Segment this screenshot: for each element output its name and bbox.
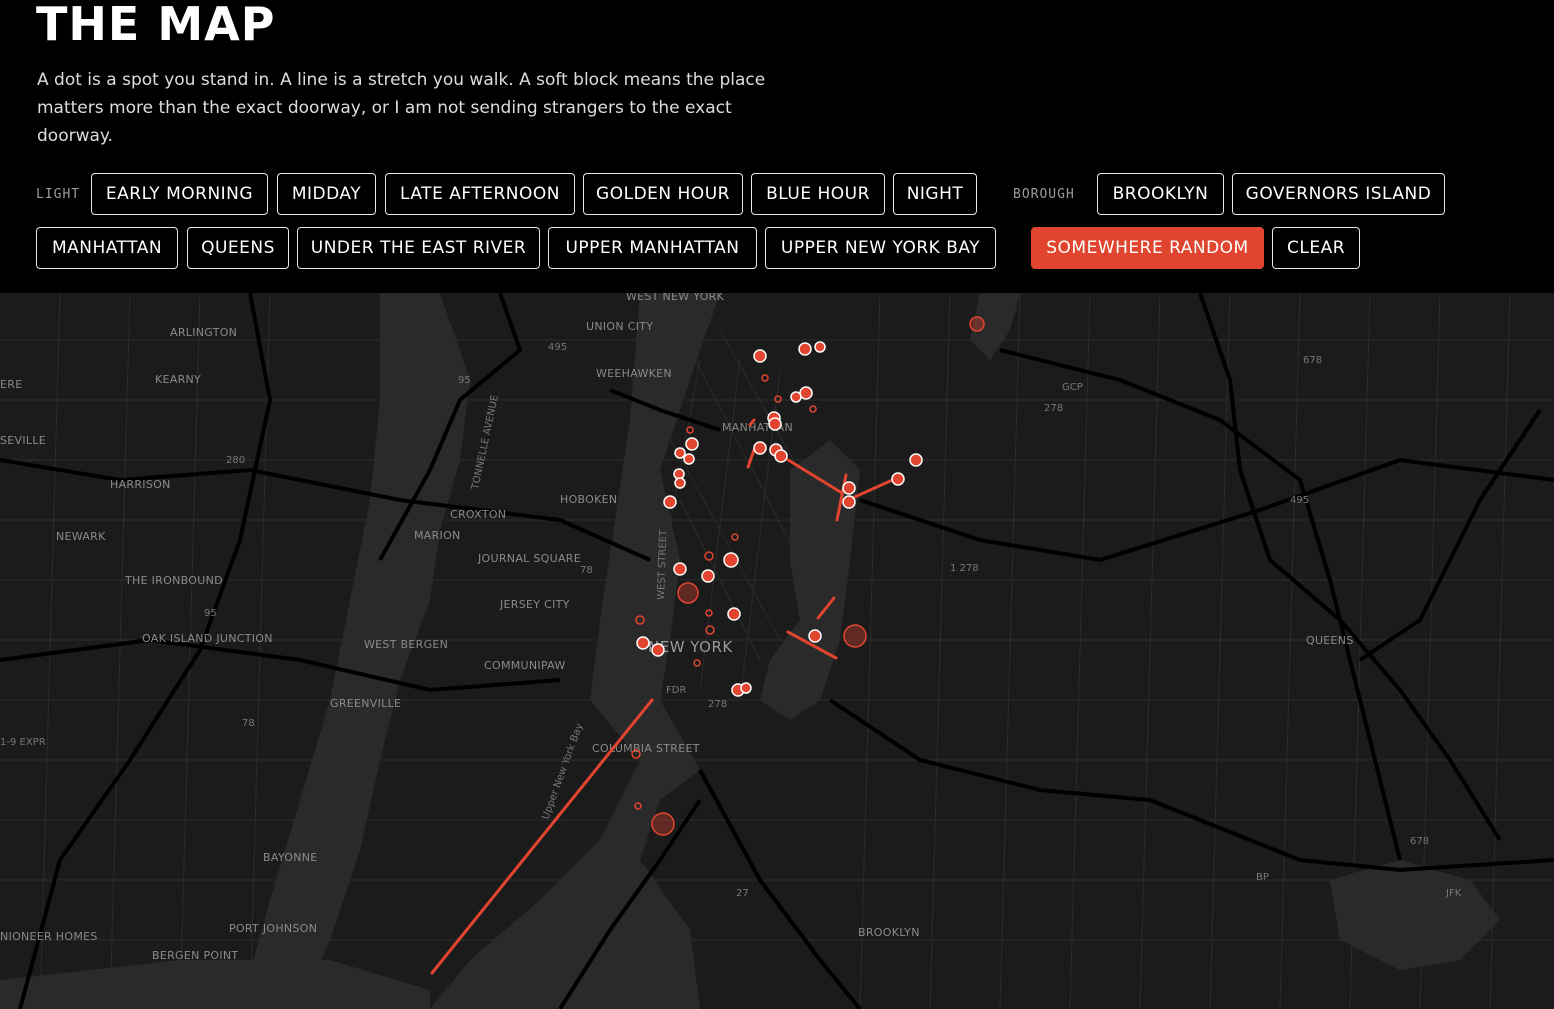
filter-governors-island-button[interactable]: GOVERNORS ISLAND [1232, 173, 1445, 215]
filter-upper-new-york-bay-button[interactable]: UPPER NEW YORK BAY [765, 227, 996, 269]
spot-dot [663, 495, 677, 509]
spot-dot [814, 341, 826, 353]
spot-dot [753, 349, 767, 363]
filter-manhattan-button[interactable]: MANHATTAN [36, 227, 178, 269]
spot-dot [891, 472, 905, 486]
road-shield: FDR [666, 685, 686, 696]
place-label: UNION CITY [586, 320, 653, 333]
place-label: GREENVILLE [330, 697, 401, 710]
spot-dot [636, 636, 650, 650]
place-label: MARION [414, 529, 461, 542]
place-label: WEEHAWKEN [596, 367, 672, 380]
spot-dot [774, 449, 788, 463]
spot-dot [723, 552, 739, 568]
road-shield: 678 [1303, 355, 1322, 366]
place-label: JERSEY CITY [499, 598, 570, 611]
filter-queens-button[interactable]: QUEENS [187, 227, 289, 269]
place-label: ERE [0, 378, 22, 391]
place-label: HARRISON [110, 478, 171, 491]
filter-golden-hour-button[interactable]: GOLDEN HOUR [583, 173, 743, 215]
road-shield: 27 [736, 888, 749, 899]
road-shield: 78 [580, 565, 593, 576]
road-shield: BP [1256, 872, 1269, 883]
place-label: HOBOKEN [560, 493, 617, 506]
road-shield: 95 [204, 608, 217, 619]
somewhere-random-button[interactable]: SOMEWHERE RANDOM [1031, 227, 1264, 269]
road-shield: 1-9 EXPR [0, 737, 46, 748]
road-shield: 278 [1044, 403, 1063, 414]
spot-dot [768, 417, 782, 431]
map[interactable]: WEST NEW YORK UNION CITY ARLINGTON KEARN… [0, 293, 1554, 1009]
filter-night-button[interactable]: NIGHT [893, 173, 977, 215]
filter-early-morning-button[interactable]: EARLY MORNING [91, 173, 268, 215]
header: THE MAP A dot is a spot you stand in. A … [0, 0, 1554, 293]
place-label: BERGEN POINT [152, 949, 238, 962]
place-label: JOURNAL SQUARE [477, 552, 581, 565]
spot-dot [673, 562, 687, 576]
spot-dot [842, 481, 856, 495]
soft-block [651, 812, 675, 836]
spot-dot [842, 495, 856, 509]
spot-dot [740, 682, 752, 694]
filter-brooklyn-button[interactable]: BROOKLYN [1097, 173, 1224, 215]
place-label: NIONEER HOMES [0, 930, 98, 943]
road-shield: 495 [1290, 495, 1309, 506]
road-shield: 495 [548, 342, 567, 353]
place-label: COMMUNIPAW [484, 659, 566, 672]
place-label: NEWARK [56, 530, 106, 543]
spot-dot [753, 441, 767, 455]
filter-upper-manhattan-button[interactable]: UPPER MANHATTAN [548, 227, 757, 269]
road-shield: GCP [1062, 382, 1083, 393]
filter-late-afternoon-button[interactable]: LATE AFTERNOON [385, 173, 575, 215]
road-shield: 1 278 [950, 563, 979, 574]
spot-dot [685, 437, 699, 451]
place-label: MANHATTAN [722, 421, 793, 434]
road-shield: 280 [226, 455, 245, 466]
clear-filters-button[interactable]: CLEAR [1272, 227, 1360, 269]
borough-filter-label: BOROUGH [1013, 187, 1075, 202]
page-title: THE MAP [36, 0, 276, 51]
place-label: CROXTON [450, 508, 506, 521]
spot-dot [909, 453, 923, 467]
place-label: BROOKLYN [858, 926, 920, 939]
place-label: KEARNY [155, 373, 201, 386]
soft-block [969, 316, 985, 332]
filter-under-east-river-button[interactable]: UNDER THE EAST RIVER [297, 227, 540, 269]
place-label: THE IRONBOUND [124, 574, 223, 587]
place-label: SEVILLE [0, 434, 46, 447]
place-label: BAYONNE [263, 851, 318, 864]
place-label: QUEENS [1306, 634, 1354, 647]
soft-block [843, 624, 867, 648]
place-label: OAK ISLAND JUNCTION [142, 632, 273, 645]
filter-blue-hour-button[interactable]: BLUE HOUR [751, 173, 885, 215]
road-shield: 78 [242, 718, 255, 729]
place-label: PORT JOHNSON [229, 922, 317, 935]
spot-dot [651, 643, 665, 657]
intro-text: A dot is a spot you stand in. A line is … [37, 70, 766, 146]
spot-dot [674, 477, 686, 489]
light-filter-label: LIGHT [36, 187, 81, 202]
spot-dot [674, 447, 686, 459]
place-label: ARLINGTON [170, 326, 237, 339]
road-shield: 678 [1410, 836, 1429, 847]
filter-midday-button[interactable]: MIDDAY [277, 173, 376, 215]
road-shield: 95 [458, 375, 471, 386]
soft-block [677, 582, 699, 604]
map-canvas[interactable]: WEST NEW YORK UNION CITY ARLINGTON KEARN… [0, 293, 1554, 1009]
spot-dot [727, 607, 741, 621]
spot-dot [701, 569, 715, 583]
spot-dot [683, 453, 695, 465]
spot-dot [799, 386, 813, 400]
road-shield: 278 [708, 699, 727, 710]
place-label: WEST BERGEN [364, 638, 448, 651]
spot-dot [798, 342, 812, 356]
spot-dot [790, 391, 802, 403]
place-label: WEST NEW YORK [626, 293, 725, 303]
spot-dot [808, 629, 822, 643]
road-shield: JFK [1445, 888, 1462, 899]
